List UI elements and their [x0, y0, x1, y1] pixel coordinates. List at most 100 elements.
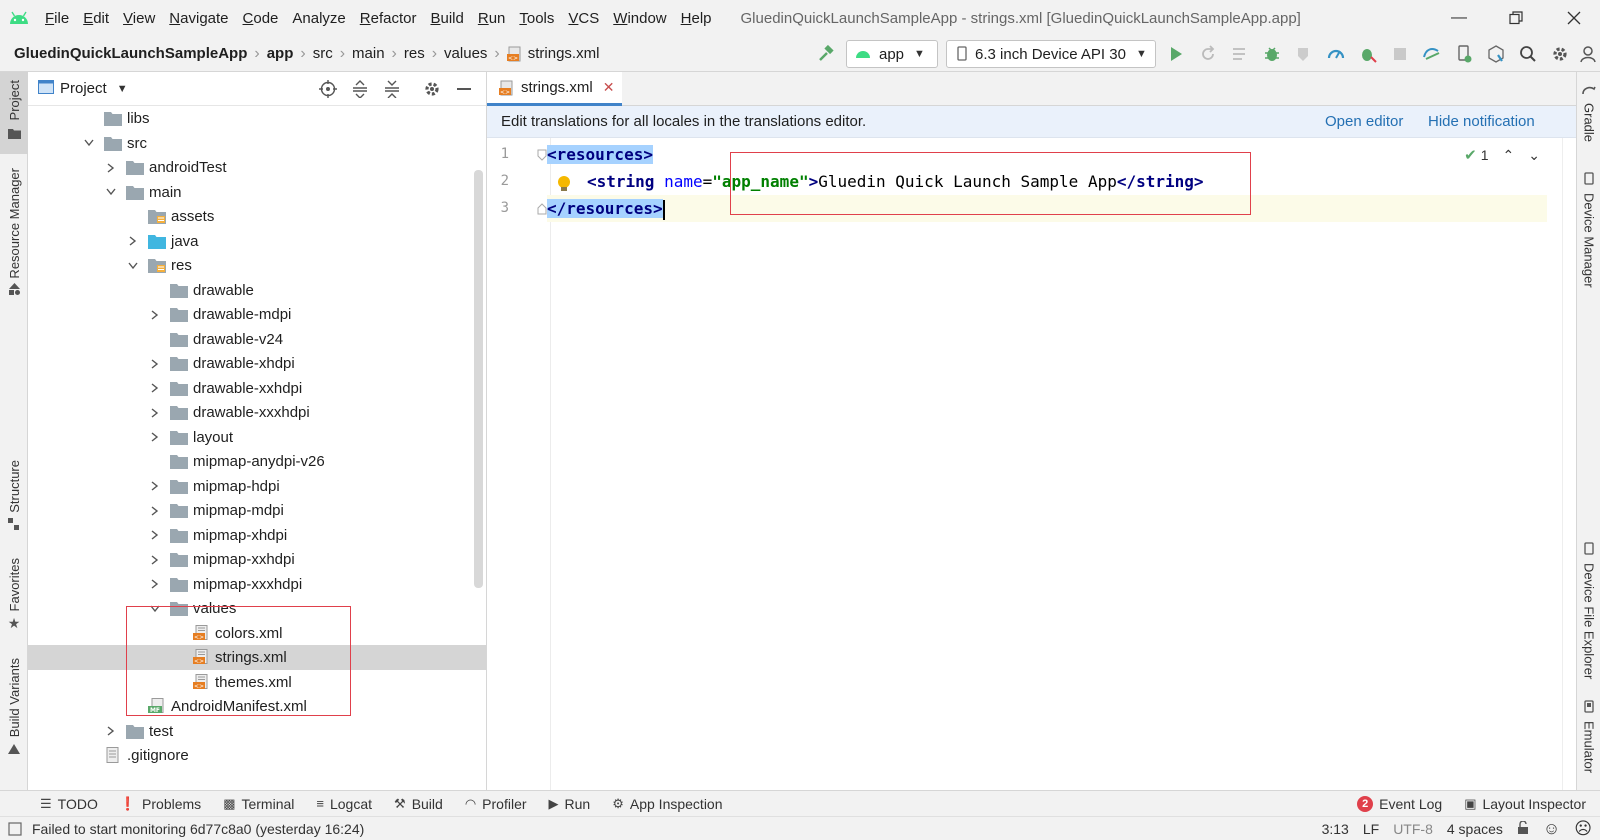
tool-tab-problems[interactable]: ❗ Problems	[120, 796, 201, 812]
menu-run[interactable]: Run	[471, 10, 513, 27]
tool-tab-favorites[interactable]: Favorites ★	[0, 558, 28, 634]
sync-gradle-icon[interactable]	[1416, 39, 1448, 69]
menu-tools[interactable]: Tools	[512, 10, 561, 27]
menu-refactor[interactable]: Refactor	[353, 10, 424, 27]
code-editor[interactable]: <resources> <string name="app_name">Glue…	[547, 138, 1551, 790]
status-message[interactable]: Failed to start monitoring 6d77c8a0 (yes…	[32, 821, 364, 837]
tool-tab-build[interactable]: ⚒ Build	[394, 796, 443, 812]
project-tree-scrollbar[interactable]	[474, 170, 483, 588]
tree-item-mipmap-anydpi-v26[interactable]: mipmap-anydpi-v26	[28, 449, 486, 474]
tool-tab-logcat[interactable]: ≡ Logcat	[316, 796, 372, 812]
tree-item-strings-xml[interactable]: <> strings.xml	[28, 645, 486, 670]
tree-item-res[interactable]: res	[28, 253, 486, 278]
breadcrumb-module[interactable]: app	[267, 45, 294, 62]
tree-item-assets[interactable]: assets	[28, 204, 486, 229]
hammer-build-icon[interactable]	[810, 39, 842, 69]
menu-view[interactable]: View	[116, 10, 162, 27]
chevron-right-icon[interactable]	[147, 302, 163, 327]
coverage-icon[interactable]	[1288, 39, 1320, 69]
account-icon[interactable]	[1576, 39, 1600, 69]
tree-item-mipmap-xxhdpi[interactable]: mipmap-xxhdpi	[28, 547, 486, 572]
tool-tab-emulator[interactable]: Emulator	[1577, 700, 1600, 790]
breadcrumb-values[interactable]: values	[444, 45, 487, 62]
debug-icon[interactable]	[1256, 39, 1288, 69]
close-window-icon[interactable]	[1545, 0, 1600, 36]
project-view-selector[interactable]: Project	[60, 80, 107, 97]
chevron-down-icon[interactable]	[125, 253, 141, 278]
tree-item-main[interactable]: main	[28, 180, 486, 205]
chevron-right-icon[interactable]	[147, 351, 163, 376]
lock-icon[interactable]	[1517, 819, 1529, 838]
tree-item-src[interactable]: src	[28, 131, 486, 156]
stop-icon[interactable]	[1384, 39, 1416, 69]
menu-code[interactable]: Code	[236, 10, 286, 27]
tree-item-java[interactable]: java	[28, 229, 486, 254]
tool-tab-profiler[interactable]: ◠ Profiler	[465, 796, 527, 812]
line-separator[interactable]: LF	[1363, 821, 1379, 837]
tool-tab-resource-manager[interactable]: Resource Manager	[0, 168, 28, 298]
chevron-down-icon[interactable]	[147, 596, 163, 621]
file-encoding[interactable]: UTF-8	[1393, 821, 1433, 837]
caret-position[interactable]: 3:13	[1322, 821, 1349, 837]
tree-item-test[interactable]: test	[28, 719, 486, 744]
expand-all-icon[interactable]	[344, 75, 376, 103]
open-editor-link[interactable]: Open editor	[1325, 113, 1403, 130]
tool-tab-structure[interactable]: Structure	[0, 460, 28, 538]
breadcrumb-res[interactable]: res	[404, 45, 425, 62]
gear-icon[interactable]	[416, 75, 448, 103]
chevron-right-icon[interactable]	[103, 155, 119, 180]
breadcrumb-src[interactable]: src	[313, 45, 333, 62]
chevron-up-icon[interactable]: ⌃	[1503, 147, 1515, 164]
tree-item-libs[interactable]: libs	[28, 106, 486, 131]
sad-face-icon[interactable]: ☹	[1574, 819, 1592, 839]
tree-item-drawable-xhdpi[interactable]: drawable-xhdpi	[28, 351, 486, 376]
breadcrumb-project[interactable]: GluedinQuickLaunchSampleApp	[14, 45, 247, 62]
breadcrumb-file[interactable]: strings.xml	[528, 45, 600, 62]
chevron-right-icon[interactable]	[103, 719, 119, 744]
tree-item-androidmanifest-xml[interactable]: MF AndroidManifest.xml	[28, 694, 486, 719]
chevron-down-icon[interactable]	[81, 131, 97, 156]
status-toggle-icon[interactable]	[8, 821, 22, 836]
tool-tab-event-log[interactable]: 2 Event Log	[1357, 796, 1442, 812]
attach-debugger-icon[interactable]	[1352, 39, 1384, 69]
chevron-right-icon[interactable]	[147, 572, 163, 597]
dropdown-arrow-icon[interactable]: ▼	[117, 83, 128, 95]
collapse-all-icon[interactable]	[376, 75, 408, 103]
chevron-right-icon[interactable]	[147, 376, 163, 401]
sdk-manager-icon[interactable]	[1480, 39, 1512, 69]
tree-item-drawable[interactable]: drawable	[28, 278, 486, 303]
menu-window[interactable]: Window	[606, 10, 673, 27]
menu-help[interactable]: Help	[674, 10, 719, 27]
editor-scrollbar[interactable]	[1562, 138, 1576, 790]
device-select[interactable]: 6.3 inch Device API 30 ▼	[946, 40, 1156, 68]
chevron-right-icon[interactable]	[147, 498, 163, 523]
tool-tab-run[interactable]: ▶ Run	[549, 796, 591, 812]
editor-tab-strings-xml[interactable]: <> strings.xml ✕	[487, 72, 622, 106]
chevron-right-icon[interactable]	[147, 400, 163, 425]
tool-tab-layout-inspector[interactable]: ▣ Layout Inspector	[1464, 796, 1586, 812]
chevron-right-icon[interactable]	[147, 425, 163, 450]
menu-file[interactable]: File	[38, 10, 76, 27]
gear-icon[interactable]	[1544, 39, 1576, 69]
run-config-select[interactable]: app ▼	[846, 40, 938, 68]
happy-face-icon[interactable]: ☺	[1543, 819, 1560, 839]
chevron-down-icon[interactable]	[103, 180, 119, 205]
device-manager-icon[interactable]	[1448, 39, 1480, 69]
tool-tab-build-variants[interactable]: Build Variants	[0, 658, 28, 764]
apply-changes-icon[interactable]	[1192, 39, 1224, 69]
tree-item-values[interactable]: values	[28, 596, 486, 621]
menu-build[interactable]: Build	[423, 10, 470, 27]
hide-notification-link[interactable]: Hide notification	[1428, 113, 1535, 130]
tool-tab-terminal[interactable]: ▩ Terminal	[223, 796, 294, 812]
tree-item-mipmap-xhdpi[interactable]: mipmap-xhdpi	[28, 523, 486, 548]
tree-item-themes-xml[interactable]: <> themes.xml	[28, 670, 486, 695]
tool-tab-app-inspection[interactable]: ⚙ App Inspection	[612, 796, 722, 812]
tree-item-gitignore[interactable]: .gitignore	[28, 743, 486, 768]
tree-item-drawable-xxhdpi[interactable]: drawable-xxhdpi	[28, 376, 486, 401]
chevron-right-icon[interactable]	[147, 474, 163, 499]
indent-setting[interactable]: 4 spaces	[1447, 821, 1503, 837]
tool-tab-device-manager[interactable]: Device Manager	[1577, 172, 1600, 358]
chevron-right-icon[interactable]	[147, 547, 163, 572]
chevron-right-icon[interactable]	[125, 229, 141, 254]
menu-navigate[interactable]: Navigate	[162, 10, 235, 27]
